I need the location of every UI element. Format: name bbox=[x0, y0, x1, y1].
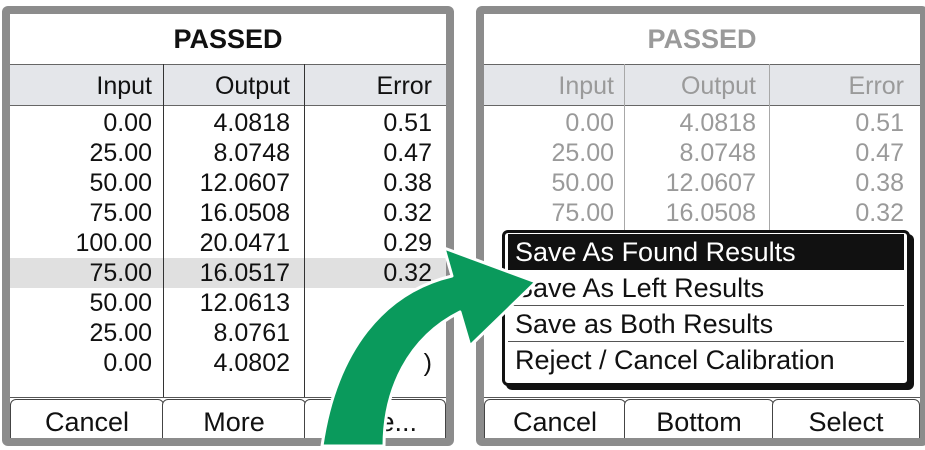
save-options-menu: Save As Found Results Save As Left Resul… bbox=[502, 230, 910, 386]
error-value: 0.51 bbox=[383, 109, 432, 137]
output-value: 16.0517 bbox=[199, 259, 290, 287]
input-value: 25.00 bbox=[551, 139, 614, 167]
input-value: 75.00 bbox=[89, 199, 152, 227]
table-header: Input Output Error bbox=[10, 64, 446, 106]
input-value: 25.00 bbox=[89, 319, 152, 347]
output-value: 4.0802 bbox=[213, 349, 290, 377]
output-value: 16.0508 bbox=[665, 199, 756, 227]
table-row: 50.00 12.0613 bbox=[10, 288, 446, 318]
input-value: 50.00 bbox=[551, 169, 614, 197]
error-value: ) bbox=[423, 349, 432, 377]
table-row: 0.00 4.0802) bbox=[10, 348, 446, 378]
header-error: Error bbox=[848, 72, 904, 100]
status-title: PASSED bbox=[647, 24, 757, 54]
error-value: 0.32 bbox=[855, 199, 904, 227]
more-softkey[interactable]: More bbox=[162, 399, 306, 438]
table-row: 25.00 8.0761 bbox=[10, 318, 446, 348]
menu-item-save-both[interactable]: Save as Both Results bbox=[508, 306, 904, 342]
select-softkey[interactable]: Select bbox=[772, 399, 920, 438]
output-value: 4.0818 bbox=[679, 109, 756, 137]
header-input: Input bbox=[558, 72, 614, 100]
table-row: 100.00 20.0471 0.29 bbox=[10, 228, 446, 258]
softkey-separator bbox=[10, 397, 446, 398]
input-value: 0.00 bbox=[103, 109, 152, 137]
table-row: 25.00 8.0748 0.47 bbox=[484, 138, 920, 168]
menu-item-save-as-left[interactable]: Save As Left Results bbox=[508, 270, 904, 306]
input-value: 25.00 bbox=[89, 139, 152, 167]
output-value: 20.0471 bbox=[199, 229, 290, 257]
error-value: 0.32 bbox=[383, 259, 432, 287]
column-divider bbox=[163, 64, 164, 397]
input-value: 50.00 bbox=[89, 289, 152, 317]
error-value: 0.47 bbox=[855, 139, 904, 167]
output-value: 4.0818 bbox=[213, 109, 290, 137]
header-input: Input bbox=[96, 72, 152, 100]
input-value: 100.00 bbox=[75, 229, 152, 257]
output-value: 12.0613 bbox=[199, 289, 290, 317]
error-value: 0.29 bbox=[383, 229, 432, 257]
output-value: 8.0748 bbox=[213, 139, 290, 167]
error-value bbox=[302, 288, 432, 318]
error-value: 0.32 bbox=[383, 199, 432, 227]
table-row: 50.00 12.0607 0.38 bbox=[484, 168, 920, 198]
cancel-softkey[interactable]: Cancel bbox=[10, 399, 164, 438]
error-value: 0.51 bbox=[855, 109, 904, 137]
table-row: 0.00 4.0818 0.51 bbox=[484, 108, 920, 138]
softkey-bar: Cancel Bottom Select bbox=[484, 399, 920, 438]
softkey-bar: Cancel More Save... bbox=[10, 399, 446, 438]
status-title: PASSED bbox=[173, 24, 283, 54]
bottom-softkey[interactable]: Bottom bbox=[624, 399, 774, 438]
header-error: Error bbox=[376, 72, 432, 100]
left-screen-display: PASSED Input Output Error 0.00 4.0818 0.51… bbox=[10, 14, 446, 438]
table-header: Input Output Error bbox=[484, 64, 920, 106]
column-divider bbox=[769, 64, 770, 230]
output-value: 12.0607 bbox=[199, 169, 290, 197]
right-screen-display: PASSED Input Output Error 0.00 4.0818 0.51… bbox=[484, 14, 920, 438]
table-row: 75.00 16.0508 0.32 bbox=[10, 198, 446, 228]
menu-item-reject-cancel[interactable]: Reject / Cancel Calibration bbox=[508, 342, 904, 378]
input-value: 0.00 bbox=[103, 349, 152, 377]
table-row: 75.00 16.0508 0.32 bbox=[484, 198, 920, 228]
input-value: 0.00 bbox=[565, 109, 614, 137]
input-value: 75.00 bbox=[551, 199, 614, 227]
input-value: 75.00 bbox=[89, 259, 152, 287]
table-row: 25.00 8.0748 0.47 bbox=[10, 138, 446, 168]
table-row: 50.00 12.0607 0.38 bbox=[10, 168, 446, 198]
softkey-separator bbox=[484, 397, 920, 398]
left-calibration-screen: PASSED Input Output Error 0.00 4.0818 0.51… bbox=[2, 6, 454, 446]
output-value: 16.0508 bbox=[199, 199, 290, 227]
header-output: Output bbox=[214, 72, 290, 100]
menu-item-save-as-found[interactable]: Save As Found Results bbox=[508, 234, 904, 270]
table-row: 75.00 16.0517 0.32 bbox=[10, 258, 446, 288]
output-value: 8.0761 bbox=[213, 319, 290, 347]
table-row: 0.00 4.0818 0.51 bbox=[10, 108, 446, 138]
output-value: 12.0607 bbox=[665, 169, 756, 197]
output-value: 8.0748 bbox=[679, 139, 756, 167]
header-output: Output bbox=[680, 72, 756, 100]
error-value bbox=[302, 318, 432, 348]
cancel-softkey[interactable]: Cancel bbox=[484, 399, 626, 438]
save-softkey[interactable]: Save... bbox=[304, 399, 446, 438]
right-calibration-screen: PASSED Input Output Error 0.00 4.0818 0.51… bbox=[476, 6, 925, 446]
error-value: 0.38 bbox=[855, 169, 904, 197]
error-value: 0.38 bbox=[383, 169, 432, 197]
column-divider bbox=[304, 64, 305, 397]
column-divider bbox=[624, 64, 625, 230]
input-value: 50.00 bbox=[89, 169, 152, 197]
error-value: 0.47 bbox=[383, 139, 432, 167]
